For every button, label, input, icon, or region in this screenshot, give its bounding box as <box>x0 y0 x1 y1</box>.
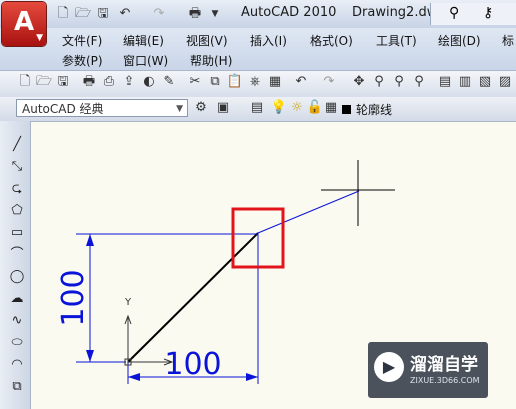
dimension-horizontal-text: 100 <box>164 347 221 382</box>
menu-tools[interactable]: 工具(T) <box>376 32 417 49</box>
dimension-vertical-text: 100 <box>56 269 91 326</box>
polyline-icon[interactable]: ⮎ <box>8 180 26 198</box>
watermark-url: ZIXUE.3D66.COM <box>410 376 480 385</box>
menu-format[interactable]: 格式(O) <box>310 32 353 49</box>
watermark-title: 溜溜自学 <box>410 355 478 375</box>
chevron-down-icon: ▼ <box>36 33 43 43</box>
zoom-realtime-icon[interactable]: ⚲ <box>370 73 388 91</box>
tool-palettes-icon[interactable]: ▧ <box>476 73 494 91</box>
sheet-set-icon[interactable]: ▨ <box>496 73 514 91</box>
sun-icon[interactable]: ☼ <box>288 99 306 117</box>
layer-properties-icon[interactable]: ▤ <box>248 99 266 117</box>
redo-icon[interactable]: ↷ <box>150 6 168 22</box>
play-logo-icon: ▶ <box>374 352 404 382</box>
ellipse-arc-icon[interactable]: ◠ <box>8 356 26 374</box>
save-icon[interactable]: 🖫 <box>54 73 72 91</box>
menu-file[interactable]: 文件(F) <box>62 32 102 49</box>
construction-line-icon[interactable]: ⤡ <box>8 158 26 176</box>
menu-dimension-truncated[interactable]: 标 <box>502 32 514 49</box>
key-icon[interactable]: ⚷ <box>483 5 493 21</box>
menu-window[interactable]: 窗口(W) <box>123 52 168 69</box>
block-editor-icon[interactable]: ▦ <box>266 73 284 91</box>
chevron-down-icon[interactable]: ▼ <box>206 6 224 22</box>
undo-icon[interactable]: ↶ <box>292 73 310 91</box>
redo-icon[interactable]: ↷ <box>320 73 338 91</box>
application-menu-button[interactable]: A ▼ <box>2 2 46 46</box>
layer-color-swatch <box>342 105 351 114</box>
rubber-band-line <box>257 190 360 234</box>
properties-icon[interactable]: ▤ <box>436 73 454 91</box>
line-icon[interactable]: ╱ <box>8 136 26 154</box>
menu-edit[interactable]: 编辑(E) <box>123 32 164 49</box>
undo-icon[interactable]: ↶ <box>116 6 134 22</box>
arc-icon[interactable]: ⌒ <box>8 246 26 264</box>
zoom-previous-icon[interactable]: ⚲ <box>410 73 428 91</box>
cut-icon[interactable]: ✂ <box>186 73 204 91</box>
menu-view[interactable]: 视图(V) <box>186 32 228 49</box>
open-folder-icon[interactable]: 🗁 <box>35 73 53 91</box>
polygon-icon[interactable]: ⬠ <box>8 202 26 220</box>
open-folder-icon[interactable]: 🗁 <box>74 6 92 22</box>
copy-icon[interactable]: ⧉ <box>206 73 224 91</box>
ucs-y-label: Y <box>124 297 132 308</box>
plot-preview-icon[interactable]: ⎙ <box>100 73 118 91</box>
layer-name[interactable]: 轮廓线 <box>356 101 392 118</box>
print-icon[interactable]: 🖶 <box>186 6 204 22</box>
chevron-down-icon: ▼ <box>176 104 183 114</box>
infocenter-search[interactable]: ⚲ ⚷ <box>430 3 516 25</box>
revision-cloud-icon[interactable]: ☁ <box>8 290 26 308</box>
rectangle-icon[interactable]: ▭ <box>8 224 26 242</box>
spline-icon[interactable]: ∿ <box>8 312 26 330</box>
workspace-settings-icon[interactable]: ⚙ <box>192 99 210 117</box>
menu-parametric[interactable]: 参数(P) <box>62 52 103 69</box>
menu-draw[interactable]: 绘图(D) <box>438 32 481 49</box>
match-properties-icon[interactable]: ⎈ <box>246 73 264 91</box>
app-title: AutoCAD 2010 <box>241 5 337 20</box>
design-center-icon[interactable]: ▥ <box>456 73 474 91</box>
new-file-icon[interactable]: 🗋 <box>54 6 72 22</box>
menu-insert[interactable]: 插入(I) <box>250 32 287 49</box>
customize-icon[interactable]: ▣ <box>214 99 232 117</box>
publish-icon[interactable]: ⇪ <box>120 73 138 91</box>
etransmit-icon[interactable]: ✎ <box>160 73 178 91</box>
pan-icon[interactable]: ✥ <box>350 73 368 91</box>
workspace-selected-label: AutoCAD 经典 <box>22 102 104 116</box>
paste-icon[interactable]: 📋 <box>226 73 244 91</box>
menu-help[interactable]: 帮助(H) <box>190 52 232 69</box>
zoom-window-icon[interactable]: ⚲ <box>390 73 408 91</box>
ellipse-icon[interactable]: ⬭ <box>8 334 26 352</box>
circle-icon[interactable]: ◯ <box>8 268 26 286</box>
plot-icon[interactable]: 🖶 <box>80 73 98 91</box>
diagonal-line[interactable] <box>127 232 259 363</box>
lightbulb-icon[interactable]: 💡 <box>270 99 288 117</box>
binoculars-icon[interactable]: ⚲ <box>449 5 459 21</box>
3d-dwf-icon[interactable]: ◐ <box>140 73 158 91</box>
new-file-icon[interactable]: 🗋 <box>16 73 34 91</box>
viewport-freeze-icon[interactable]: ▦ <box>322 99 340 117</box>
workspace-dropdown[interactable]: AutoCAD 经典 ▼ <box>16 99 188 117</box>
watermark: ▶ 溜溜自学 ZIXUE.3D66.COM <box>368 342 488 398</box>
save-icon[interactable]: 🖫 <box>94 6 112 22</box>
insert-block-icon[interactable]: ⧉ <box>8 378 26 396</box>
